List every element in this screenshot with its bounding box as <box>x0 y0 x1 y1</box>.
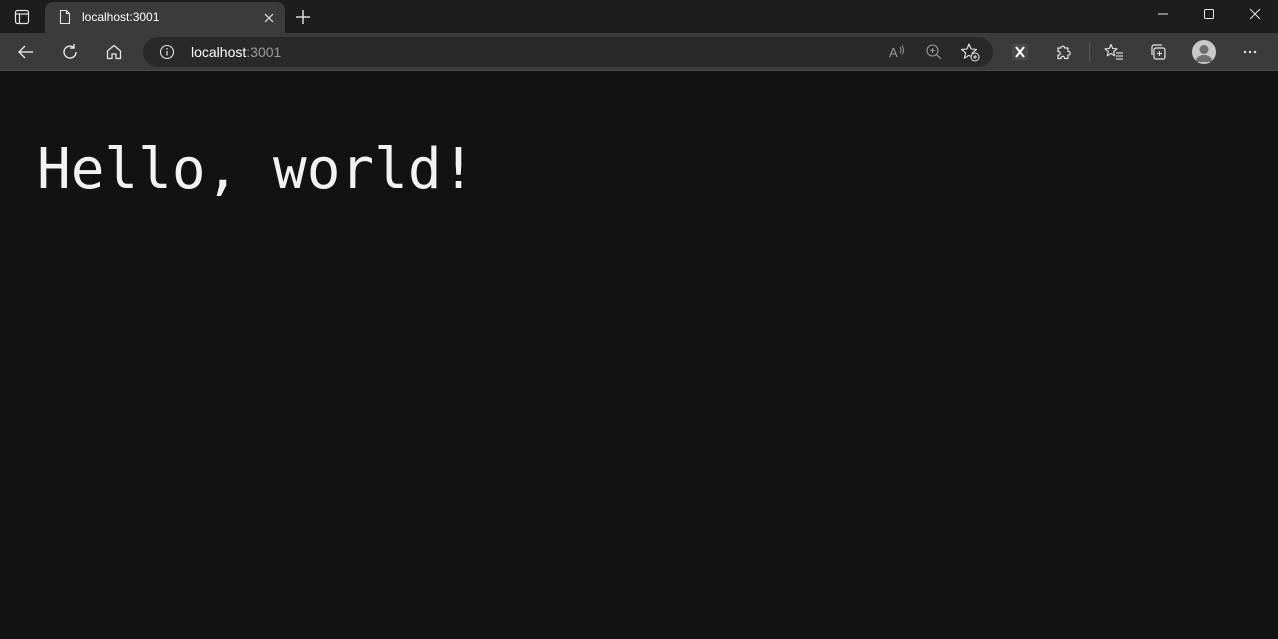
address-bar[interactable]: localhost:3001 A <box>143 37 993 67</box>
favorites-button[interactable] <box>1098 36 1130 68</box>
tab-actions-button[interactable] <box>8 4 36 30</box>
close-window-icon <box>1249 8 1261 20</box>
tab-actions-icon <box>14 9 30 25</box>
more-button[interactable] <box>1234 36 1266 68</box>
refresh-button[interactable] <box>54 36 86 68</box>
add-favorite-icon[interactable] <box>958 41 982 63</box>
plus-icon <box>292 6 314 28</box>
page-heading: Hello, world! <box>37 137 476 202</box>
tab-strip: localhost:3001 <box>0 0 1278 33</box>
new-tab-button[interactable] <box>292 6 314 28</box>
read-aloud-icon[interactable]: A <box>886 41 910 63</box>
collections-button[interactable] <box>1142 36 1174 68</box>
minimize-button[interactable] <box>1140 0 1186 28</box>
collections-icon <box>1149 43 1167 61</box>
minimize-icon <box>1157 8 1169 20</box>
x-extension-button[interactable] <box>1004 36 1036 68</box>
maximize-icon <box>1203 8 1215 20</box>
page-icon <box>57 9 73 25</box>
back-arrow-icon <box>17 43 35 61</box>
address-url[interactable]: localhost:3001 <box>191 44 281 60</box>
svg-text:A: A <box>889 45 898 60</box>
back-button[interactable] <box>10 36 42 68</box>
address-host: localhost <box>191 44 247 60</box>
browser-toolbar: localhost:3001 A <box>0 33 1278 71</box>
extensions-button[interactable] <box>1048 36 1080 68</box>
address-port: :3001 <box>246 44 282 60</box>
avatar-icon[interactable] <box>1192 40 1216 64</box>
x-extension-icon <box>1010 42 1030 62</box>
favorites-icon <box>1104 43 1124 61</box>
zoom-in-icon[interactable] <box>922 41 946 63</box>
home-button[interactable] <box>98 36 130 68</box>
more-icon <box>1241 43 1259 61</box>
close-window-button[interactable] <box>1232 0 1278 28</box>
info-icon[interactable] <box>159 44 175 60</box>
home-icon <box>105 43 123 61</box>
refresh-icon <box>61 43 79 61</box>
puzzle-icon <box>1055 43 1073 61</box>
toolbar-divider <box>1089 43 1090 61</box>
close-icon[interactable] <box>261 10 277 26</box>
tab-title: localhost:3001 <box>82 10 160 24</box>
page-content: Hello, world! <box>0 72 1278 639</box>
active-tab[interactable]: localhost:3001 <box>45 2 285 33</box>
maximize-button[interactable] <box>1186 0 1232 28</box>
